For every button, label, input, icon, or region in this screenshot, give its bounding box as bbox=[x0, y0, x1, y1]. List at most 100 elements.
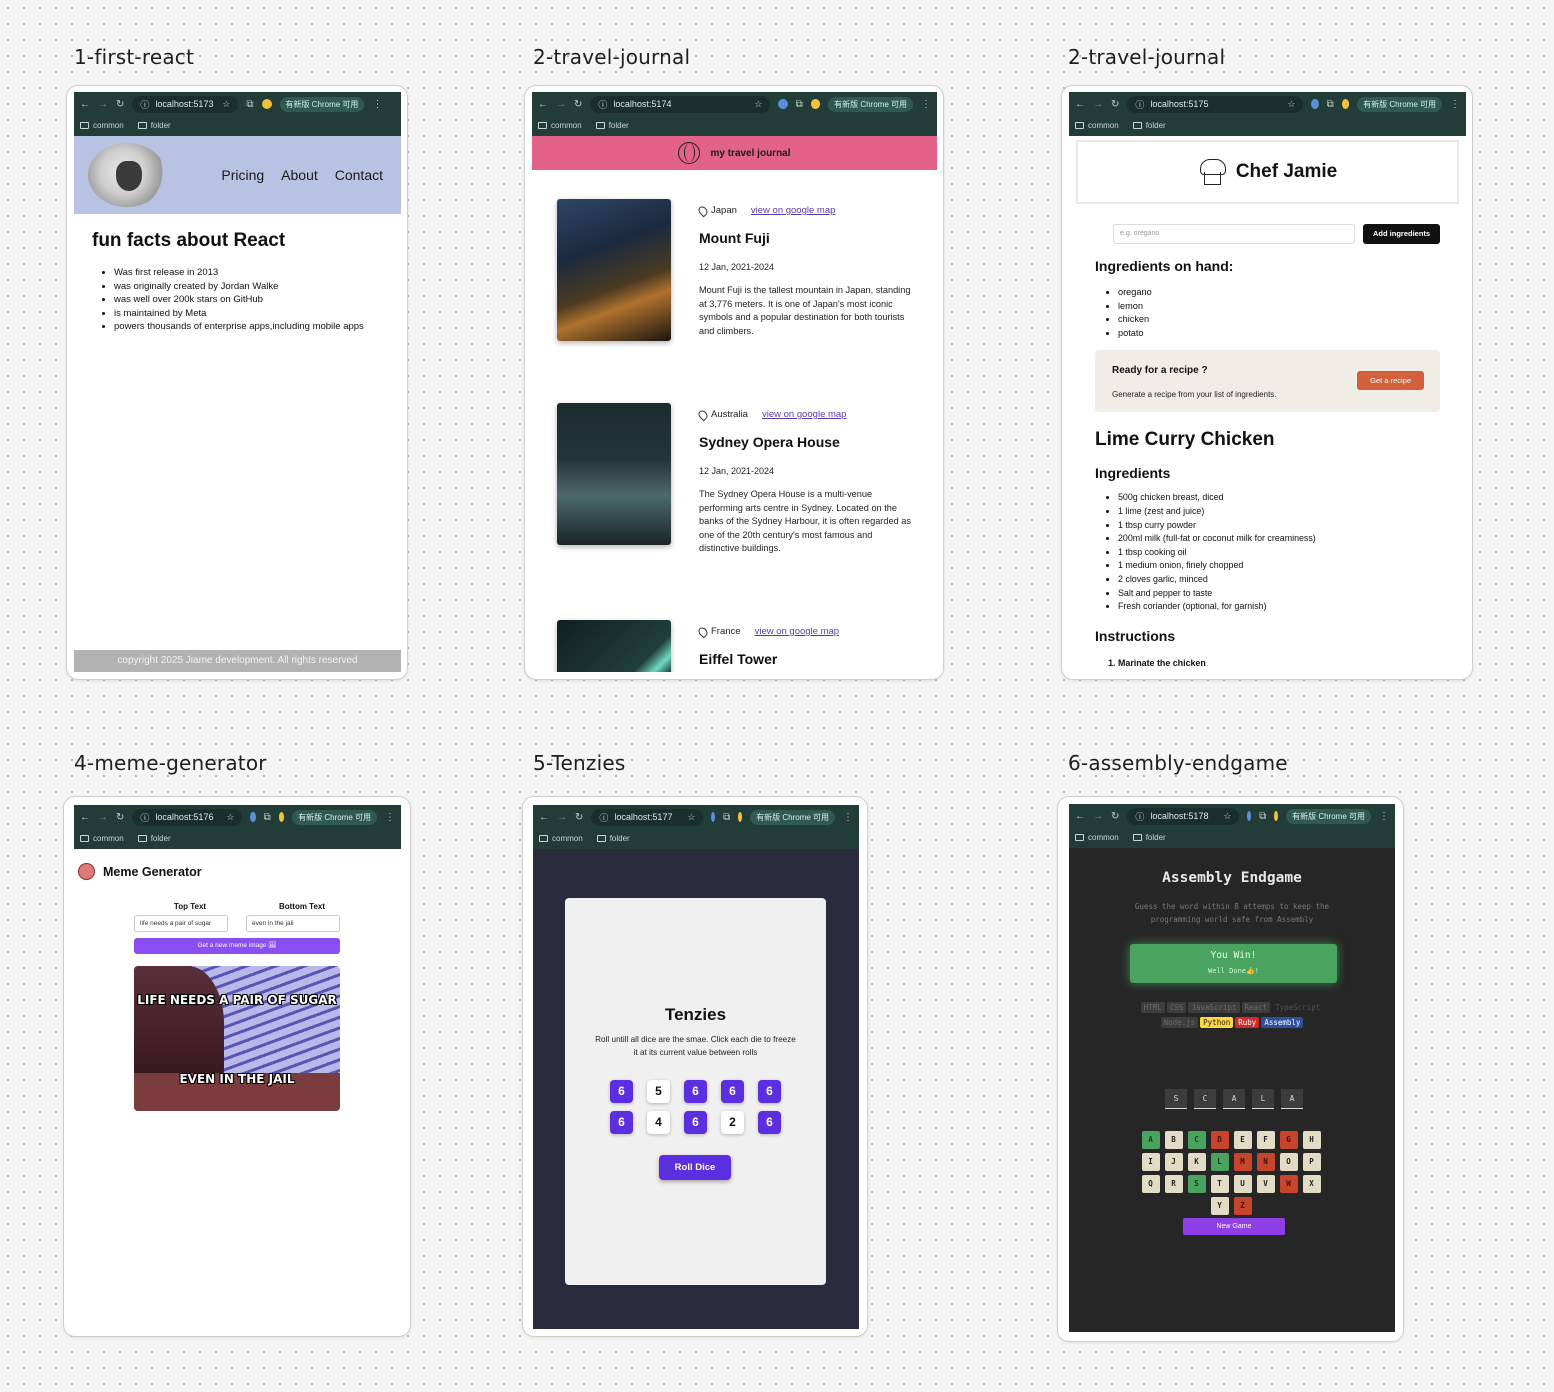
back-icon[interactable]: ← bbox=[1075, 99, 1085, 110]
back-icon[interactable]: ← bbox=[1075, 811, 1085, 822]
bookmark-folder[interactable]: folder bbox=[595, 121, 629, 130]
menu-kebab-icon[interactable]: ⋮ bbox=[921, 99, 931, 110]
address-bar[interactable]: ⓘ localhost:5173 ☆ bbox=[132, 95, 239, 113]
letter-key[interactable]: J bbox=[1164, 1153, 1183, 1171]
bookmark-common[interactable]: common bbox=[539, 834, 583, 843]
die[interactable]: 6 bbox=[684, 1080, 707, 1103]
new-meme-button[interactable]: Get a new meme image 🖼 bbox=[134, 938, 340, 954]
back-icon[interactable]: ← bbox=[538, 99, 548, 110]
letter-key[interactable]: P bbox=[1302, 1153, 1321, 1171]
letter-key[interactable]: D bbox=[1210, 1131, 1229, 1149]
letter-key[interactable]: U bbox=[1233, 1175, 1252, 1193]
extensions-icon[interactable]: ⧉ bbox=[796, 99, 803, 110]
bookmark-star-icon[interactable]: ☆ bbox=[1223, 811, 1231, 822]
address-bar[interactable]: ⓘ localhost:5177 ☆ bbox=[591, 808, 704, 826]
letter-key[interactable]: C bbox=[1187, 1131, 1206, 1149]
extension-icon[interactable] bbox=[1311, 99, 1319, 109]
site-info-icon[interactable]: ⓘ bbox=[1135, 98, 1144, 111]
letter-key[interactable]: B bbox=[1164, 1131, 1183, 1149]
forward-icon[interactable]: → bbox=[556, 99, 566, 110]
back-icon[interactable]: ← bbox=[80, 812, 90, 823]
google-map-link[interactable]: view on google map bbox=[755, 626, 840, 637]
die[interactable]: 6 bbox=[758, 1111, 781, 1134]
bookmark-star-icon[interactable]: ☆ bbox=[222, 99, 230, 110]
forward-icon[interactable]: → bbox=[557, 812, 567, 823]
letter-key[interactable]: H bbox=[1302, 1131, 1321, 1149]
forward-icon[interactable]: → bbox=[98, 99, 108, 110]
profile-avatar-icon[interactable] bbox=[278, 812, 285, 822]
site-info-icon[interactable]: ⓘ bbox=[598, 98, 607, 111]
extensions-icon[interactable]: ⧉ bbox=[246, 99, 253, 110]
roll-dice-button[interactable]: Roll Dice bbox=[659, 1155, 731, 1180]
bookmark-folder[interactable]: folder bbox=[137, 121, 171, 130]
ingredient-input[interactable]: e.g. oregano bbox=[1113, 224, 1355, 244]
back-icon[interactable]: ← bbox=[539, 812, 549, 823]
chrome-update-pill[interactable]: 有新版 Chrome 可用 bbox=[1357, 96, 1442, 112]
extensions-icon[interactable]: ⧉ bbox=[264, 812, 271, 823]
forward-icon[interactable]: → bbox=[1093, 99, 1103, 110]
site-info-icon[interactable]: ⓘ bbox=[1135, 810, 1144, 823]
bookmark-star-icon[interactable]: ☆ bbox=[687, 812, 695, 823]
chrome-update-pill[interactable]: 有新版 Chrome 可用 bbox=[750, 809, 835, 825]
extensions-icon[interactable]: ⧉ bbox=[1327, 99, 1334, 110]
letter-key[interactable]: Y bbox=[1210, 1197, 1229, 1215]
letter-key[interactable]: S bbox=[1187, 1175, 1206, 1193]
die[interactable]: 2 bbox=[721, 1111, 744, 1134]
die[interactable]: 6 bbox=[684, 1111, 707, 1134]
address-bar[interactable]: ⓘ localhost:5176 ☆ bbox=[132, 808, 243, 826]
bookmark-star-icon[interactable]: ☆ bbox=[754, 99, 762, 110]
letter-key[interactable]: X bbox=[1302, 1175, 1321, 1193]
die[interactable]: 6 bbox=[610, 1080, 633, 1103]
top-text-input[interactable]: life needs a pair of sugar bbox=[134, 915, 228, 932]
die[interactable]: 6 bbox=[758, 1080, 781, 1103]
google-map-link[interactable]: view on google map bbox=[751, 205, 836, 216]
extensions-icon[interactable]: ⧉ bbox=[723, 812, 730, 823]
letter-key[interactable]: F bbox=[1256, 1131, 1275, 1149]
bookmark-folder[interactable]: folder bbox=[1132, 121, 1166, 130]
die[interactable]: 5 bbox=[647, 1080, 670, 1103]
letter-key[interactable]: R bbox=[1164, 1175, 1183, 1193]
bookmark-folder[interactable]: folder bbox=[596, 834, 630, 843]
bookmark-common[interactable]: common bbox=[1075, 833, 1119, 842]
reload-icon[interactable]: ↻ bbox=[1111, 99, 1119, 110]
extension-icon[interactable] bbox=[778, 99, 788, 109]
letter-key[interactable]: G bbox=[1279, 1131, 1298, 1149]
forward-icon[interactable]: → bbox=[98, 812, 108, 823]
nav-link-contact[interactable]: Contact bbox=[335, 167, 383, 183]
reload-icon[interactable]: ↻ bbox=[575, 812, 583, 823]
bookmark-folder[interactable]: folder bbox=[1132, 833, 1166, 842]
site-info-icon[interactable]: ⓘ bbox=[599, 811, 608, 824]
get-recipe-button[interactable]: Get a recipe bbox=[1357, 371, 1424, 391]
extensions-icon[interactable]: ⧉ bbox=[1259, 811, 1266, 822]
menu-kebab-icon[interactable]: ⋮ bbox=[1450, 99, 1460, 110]
letter-key[interactable]: Z bbox=[1233, 1197, 1252, 1215]
add-ingredient-button[interactable]: Add ingredients bbox=[1363, 224, 1441, 244]
letter-key[interactable]: I bbox=[1141, 1153, 1160, 1171]
nav-link-pricing[interactable]: Pricing bbox=[221, 167, 264, 183]
menu-kebab-icon[interactable]: ⋮ bbox=[372, 99, 382, 110]
nav-link-about[interactable]: About bbox=[281, 167, 318, 183]
profile-avatar-icon[interactable] bbox=[1341, 99, 1350, 109]
menu-kebab-icon[interactable]: ⋮ bbox=[1379, 811, 1389, 822]
die[interactable]: 6 bbox=[610, 1111, 633, 1134]
profile-avatar-icon[interactable] bbox=[1274, 811, 1279, 821]
letter-key[interactable]: A bbox=[1141, 1131, 1160, 1149]
letter-key[interactable]: N bbox=[1256, 1153, 1275, 1171]
reload-icon[interactable]: ↻ bbox=[116, 99, 124, 110]
letter-key[interactable]: W bbox=[1279, 1175, 1298, 1193]
bottom-text-input[interactable]: even in the jail bbox=[246, 915, 340, 932]
bookmark-common[interactable]: common bbox=[80, 121, 124, 130]
letter-key[interactable]: T bbox=[1210, 1175, 1229, 1193]
reload-icon[interactable]: ↻ bbox=[574, 99, 582, 110]
extension-icon[interactable] bbox=[250, 812, 256, 822]
profile-avatar-icon[interactable] bbox=[810, 99, 821, 109]
letter-key[interactable]: O bbox=[1279, 1153, 1298, 1171]
chrome-update-pill[interactable]: 有新版 Chrome 可用 bbox=[292, 809, 377, 825]
profile-avatar-icon[interactable] bbox=[738, 812, 743, 822]
menu-kebab-icon[interactable]: ⋮ bbox=[843, 812, 853, 823]
die[interactable]: 6 bbox=[721, 1080, 744, 1103]
letter-key[interactable]: L bbox=[1210, 1153, 1229, 1171]
reload-icon[interactable]: ↻ bbox=[1111, 811, 1119, 822]
bookmark-common[interactable]: common bbox=[1075, 121, 1119, 130]
letter-key[interactable]: K bbox=[1187, 1153, 1206, 1171]
